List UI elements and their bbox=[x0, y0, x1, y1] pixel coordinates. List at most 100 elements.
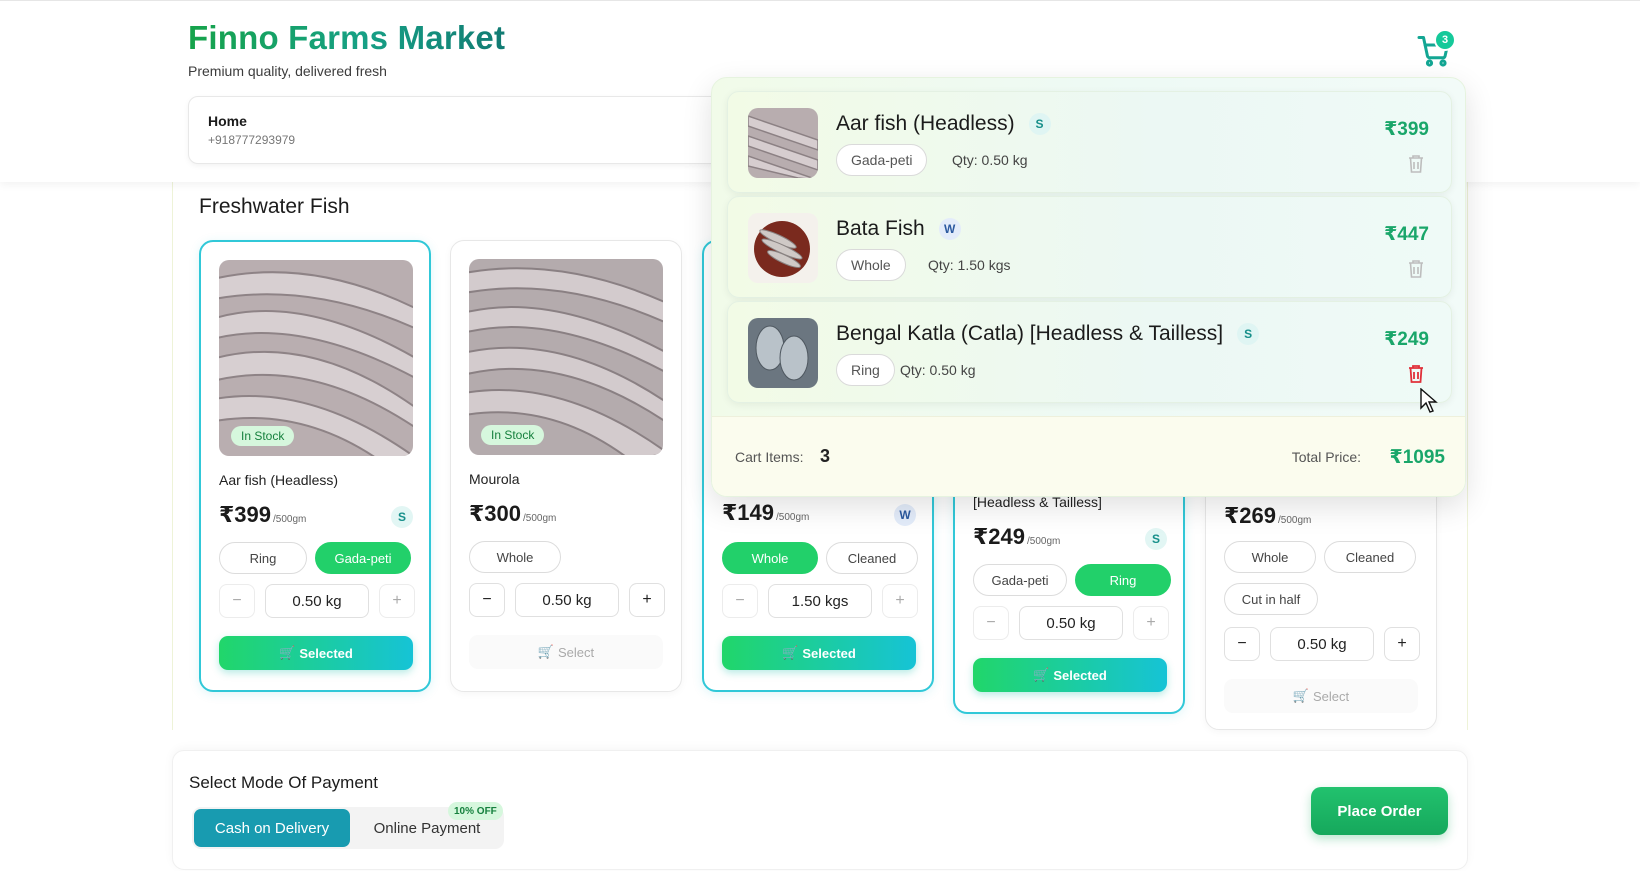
quantity-value: 0.50 kg bbox=[1019, 606, 1123, 640]
product-name: Aar fish (Headless) bbox=[219, 472, 339, 488]
size-badge: W bbox=[894, 504, 916, 526]
cash-on-delivery-option[interactable]: Cash on Delivery bbox=[194, 809, 350, 847]
total-price-label: Total Price: bbox=[1291, 449, 1361, 465]
increase-button[interactable]: + bbox=[1384, 627, 1420, 661]
select-button[interactable]: 🛒 Select bbox=[469, 635, 663, 669]
product-price: ₹269/500gm bbox=[1224, 503, 1312, 528]
cart-item-price: ₹399 bbox=[1384, 119, 1429, 140]
cut-option-cut-in-half[interactable]: Cut in half bbox=[1224, 583, 1318, 615]
decrease-button[interactable]: − bbox=[1224, 627, 1260, 661]
cart-icon: 🛒 bbox=[782, 645, 799, 660]
quantity-value: 0.50 kg bbox=[515, 583, 619, 617]
quantity-stepper: − 0.50 kg + bbox=[469, 583, 665, 617]
place-order-button[interactable]: Place Order bbox=[1311, 787, 1448, 835]
cart-item-cut: Ring bbox=[836, 354, 895, 386]
cut-option-whole[interactable]: Whole bbox=[1224, 541, 1316, 573]
cart-count-badge: 3 bbox=[1434, 29, 1456, 51]
decrease-button[interactable]: − bbox=[722, 584, 758, 618]
delivery-address[interactable]: Home +918777293979 bbox=[188, 96, 728, 164]
address-phone: +918777293979 bbox=[208, 133, 296, 147]
cart-item-image bbox=[748, 318, 818, 388]
cart-item-cut: Whole bbox=[836, 249, 906, 281]
cut-options: Whole Cleaned bbox=[1224, 541, 1416, 573]
product-name: Mourola bbox=[469, 471, 520, 487]
cart-item-image bbox=[748, 108, 818, 178]
in-stock-badge: In Stock bbox=[231, 426, 295, 446]
cut-option-cleaned[interactable]: Cleaned bbox=[1324, 541, 1416, 573]
cart-item-name: Bengal Katla (Catla) [Headless & Tailles… bbox=[836, 322, 1260, 346]
cart-item: Bengal Katla (Catla) [Headless & Tailles… bbox=[727, 301, 1452, 403]
cart-items-count: 3 bbox=[820, 446, 831, 466]
address-name: Home bbox=[208, 113, 247, 129]
quantity-stepper: − 0.50 kg + bbox=[219, 584, 415, 618]
increase-button[interactable]: + bbox=[882, 584, 918, 618]
product-price: ₹399/500gm bbox=[219, 502, 307, 527]
product-image: In Stock bbox=[469, 259, 663, 455]
size-badge: S bbox=[391, 506, 413, 528]
size-badge: S bbox=[1145, 528, 1167, 550]
trash-icon[interactable] bbox=[1407, 154, 1425, 174]
quantity-value: 1.50 kgs bbox=[768, 584, 872, 618]
in-stock-badge: In Stock bbox=[481, 425, 545, 445]
cut-options: Ring Gada-peti bbox=[219, 542, 411, 574]
cut-options: Whole bbox=[469, 541, 561, 573]
payment-title: Select Mode Of Payment bbox=[189, 773, 378, 792]
cart-icon: 🛒 bbox=[1292, 688, 1310, 703]
cart-dropdown: Aar fish (Headless) S Gada-peti Qty: 0.50… bbox=[711, 77, 1466, 497]
cart-item-qty: Qty: 0.50 kg bbox=[952, 152, 1028, 168]
cut-option-ring[interactable]: Ring bbox=[1075, 564, 1171, 596]
select-button[interactable]: 🛒 Selected bbox=[973, 658, 1167, 692]
cut-option-whole[interactable]: Whole bbox=[469, 541, 561, 573]
product-image: In Stock bbox=[219, 260, 413, 456]
cut-options: Gada-peti Ring bbox=[973, 564, 1171, 596]
cart-item-name: Aar fish (Headless) S bbox=[836, 112, 1051, 136]
size-badge: S bbox=[1237, 323, 1260, 345]
product-price: ₹149/500gm bbox=[722, 500, 810, 525]
cart-item-price: ₹447 bbox=[1384, 224, 1429, 245]
cut-option-gada-peti[interactable]: Gada-peti bbox=[973, 564, 1067, 596]
increase-button[interactable]: + bbox=[1133, 606, 1169, 640]
size-badge: S bbox=[1028, 113, 1051, 135]
product-card[interactable]: In Stock Mourola ₹300/500gm Whole − 0.50… bbox=[450, 240, 682, 692]
quantity-stepper: − 0.50 kg + bbox=[1224, 627, 1420, 661]
cart-item-qty: Qty: 0.50 kg bbox=[900, 362, 976, 378]
cut-options-row-2: Cut in half bbox=[1224, 583, 1318, 615]
cut-option-ring[interactable]: Ring bbox=[219, 542, 307, 574]
decrease-button[interactable]: − bbox=[219, 584, 255, 618]
select-button[interactable]: 🛒 Selected bbox=[219, 636, 413, 670]
increase-button[interactable]: + bbox=[629, 583, 665, 617]
select-button[interactable]: 🛒 Selected bbox=[722, 636, 916, 670]
discount-badge: 10% OFF bbox=[448, 802, 503, 820]
cart-item-price: ₹249 bbox=[1384, 329, 1429, 350]
trash-icon[interactable] bbox=[1407, 259, 1425, 279]
quantity-stepper: − 0.50 kg + bbox=[973, 606, 1169, 640]
product-card[interactable]: In Stock Aar fish (Headless) ₹399/500gm … bbox=[199, 240, 431, 692]
mouse-pointer-icon bbox=[1420, 388, 1438, 413]
cart-item-qty: Qty: 1.50 kgs bbox=[928, 257, 1011, 273]
cart-icon: 🛒 bbox=[1033, 667, 1050, 682]
product-price: ₹300/500gm bbox=[469, 501, 557, 526]
cart-item: Aar fish (Headless) S Gada-peti Qty: 0.50… bbox=[727, 91, 1452, 193]
size-badge: W bbox=[938, 218, 961, 240]
cart-summary: Cart Items: 3 Total Price: ₹1095 bbox=[712, 416, 1465, 496]
cart-item-cut: Gada-peti bbox=[836, 144, 928, 176]
cart-items-label: Cart Items: bbox=[735, 449, 804, 465]
total-price: ₹1095 bbox=[1389, 447, 1446, 468]
cart-item-name: Bata Fish W bbox=[836, 217, 961, 241]
select-button[interactable]: 🛒 Select bbox=[1224, 679, 1418, 713]
quantity-value: 0.50 kg bbox=[1270, 627, 1374, 661]
quantity-stepper: − 1.50 kgs + bbox=[722, 584, 918, 618]
brand-tagline: Premium quality, delivered fresh bbox=[188, 63, 387, 79]
cut-options: Whole Cleaned bbox=[722, 542, 918, 574]
decrease-button[interactable]: − bbox=[973, 606, 1009, 640]
increase-button[interactable]: + bbox=[379, 584, 415, 618]
cut-option-cleaned[interactable]: Cleaned bbox=[826, 542, 918, 574]
cut-option-whole[interactable]: Whole bbox=[722, 542, 818, 574]
cart-icon: 🛒 bbox=[537, 644, 555, 659]
trash-icon[interactable] bbox=[1407, 364, 1425, 384]
cut-option-gada-peti[interactable]: Gada-peti bbox=[315, 542, 411, 574]
decrease-button[interactable]: − bbox=[469, 583, 505, 617]
brand-title[interactable]: Finno Farms Market bbox=[188, 19, 505, 57]
product-price: ₹249/500gm bbox=[973, 524, 1061, 549]
cart-icon: 🛒 bbox=[279, 645, 296, 660]
